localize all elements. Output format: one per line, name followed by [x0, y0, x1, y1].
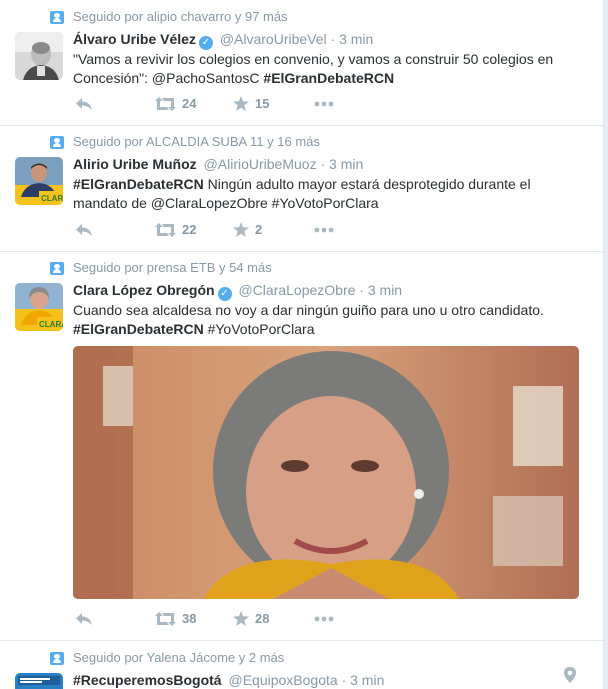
username[interactable]: @EquipoxBogota	[228, 672, 337, 688]
like-count: 15	[255, 96, 270, 112]
fullname[interactable]: Alirio Uribe Muñoz	[73, 156, 197, 172]
more-icon	[314, 101, 334, 106]
scrollbar[interactable]	[604, 0, 608, 689]
svg-text:CLARA: CLARA	[41, 194, 63, 203]
fullname[interactable]: Álvaro Uribe Vélez	[73, 31, 196, 47]
tweet[interactable]: Seguido por alipio chavarro y 97 más Álv…	[0, 0, 604, 126]
more-button[interactable]	[314, 221, 334, 236]
timestamp[interactable]: 3 min	[329, 156, 363, 172]
person-icon	[50, 136, 64, 149]
tweet-photo[interactable]	[73, 346, 579, 599]
more-icon	[314, 227, 334, 232]
avatar[interactable]: CLARA	[15, 283, 63, 331]
separator-dot: ·	[341, 672, 347, 688]
svg-text:CLARA: CLARA	[39, 320, 63, 329]
tweet[interactable]: Seguido por ALCALDIA SUBA 11 y 16 más CL…	[0, 126, 604, 252]
person-icon	[50, 652, 64, 665]
timestamp[interactable]: 3 min	[350, 672, 384, 688]
username[interactable]: @AlvaroUribeVel	[220, 31, 327, 47]
reply-button[interactable]	[75, 221, 93, 237]
hashtag[interactable]: #ElGranDebateRCN	[73, 176, 204, 192]
reply-button[interactable]	[75, 610, 93, 626]
timestamp[interactable]: 3 min	[368, 282, 402, 298]
tweet-header: #RecuperemosBogotá @EquipoxBogota · 3 mi…	[73, 672, 384, 688]
more-button[interactable]	[314, 95, 334, 110]
tweet-actions: 22 2	[73, 221, 373, 241]
timeline: Seguido por alipio chavarro y 97 más Álv…	[0, 0, 604, 689]
retweet-button[interactable]: 38	[155, 610, 196, 626]
tweet[interactable]: Seguido por prensa ETB y 54 más CLARA Cl…	[0, 252, 604, 641]
reply-button[interactable]	[75, 95, 93, 111]
like-count: 28	[255, 611, 270, 627]
retweet-count: 22	[182, 222, 197, 238]
timestamp[interactable]: 3 min	[339, 31, 373, 47]
username[interactable]: @ClaraLopezObre	[238, 282, 355, 298]
hashtag[interactable]: #ElGranDebateRCN	[73, 321, 204, 337]
avatar[interactable]	[15, 673, 63, 689]
retweet-count: 38	[182, 611, 197, 627]
like-count: 2	[255, 222, 263, 238]
retweet-button[interactable]: 22	[155, 221, 196, 237]
retweet-icon	[155, 222, 176, 237]
star-icon	[233, 611, 249, 627]
tweet-context[interactable]: Seguido por ALCALDIA SUBA 11 y 16 más	[73, 134, 320, 149]
tweet-context[interactable]: Seguido por Yalena Jácome y 2 más	[73, 650, 284, 665]
separator-dot: ·	[330, 31, 336, 47]
separator-dot: ·	[359, 282, 364, 298]
tweet-actions: 38 28	[73, 610, 373, 630]
tweet-text: #ElGranDebateRCN Ningún adulto mayor est…	[73, 175, 588, 213]
more-icon	[314, 616, 334, 621]
hashtag[interactable]: #ElGranDebateRCN	[263, 70, 394, 86]
fullname[interactable]: Clara López Obregón	[73, 282, 215, 298]
tweet-actions: 24 15	[73, 95, 373, 115]
star-icon	[233, 96, 249, 112]
avatar[interactable]: CLARA	[15, 157, 63, 205]
retweet-icon	[155, 611, 176, 626]
tweet-text: "Vamos a revivir los colegios en conveni…	[73, 50, 588, 88]
person-icon	[50, 11, 64, 24]
reply-icon	[76, 612, 92, 625]
avatar[interactable]	[15, 32, 63, 80]
tweet-header: Clara López Obregón ✓ @ClaraLopezObre · 3…	[73, 282, 402, 301]
username[interactable]: @AlirioUribeMuoz	[204, 156, 317, 172]
tweet-context[interactable]: Seguido por prensa ETB y 54 más	[73, 260, 272, 275]
like-button[interactable]: 28	[233, 610, 270, 627]
reply-icon	[76, 223, 92, 236]
more-button[interactable]	[314, 610, 334, 625]
location-pin-icon[interactable]	[564, 667, 576, 683]
fullname[interactable]: #RecuperemosBogotá	[73, 672, 222, 688]
hashtag-secondary[interactable]: #YoVotoPorClara	[204, 321, 315, 337]
tweet-header: Álvaro Uribe Vélez ✓ @AlvaroUribeVel · 3 …	[73, 31, 373, 50]
tweet-header: Alirio Uribe Muñoz @AlirioUribeMuoz · 3 …	[73, 156, 363, 172]
star-icon	[233, 222, 249, 238]
separator-dot: ·	[320, 156, 326, 172]
retweet-count: 24	[182, 96, 197, 112]
reply-icon	[76, 97, 92, 110]
like-button[interactable]: 15	[233, 95, 270, 112]
tweet-context[interactable]: Seguido por alipio chavarro y 97 más	[73, 9, 288, 24]
like-button[interactable]: 2	[233, 221, 263, 238]
retweet-button[interactable]: 24	[155, 95, 196, 111]
verified-icon: ✓	[217, 287, 232, 301]
person-icon	[50, 262, 64, 275]
retweet-icon	[155, 96, 176, 111]
verified-icon: ✓	[198, 36, 213, 50]
tweet[interactable]: Seguido por Yalena Jácome y 2 más #Recup…	[0, 641, 604, 689]
tweet-text-body: Cuando sea alcaldesa no voy a dar ningún…	[73, 302, 544, 318]
tweet-text: Cuando sea alcaldesa no voy a dar ningún…	[73, 301, 588, 339]
